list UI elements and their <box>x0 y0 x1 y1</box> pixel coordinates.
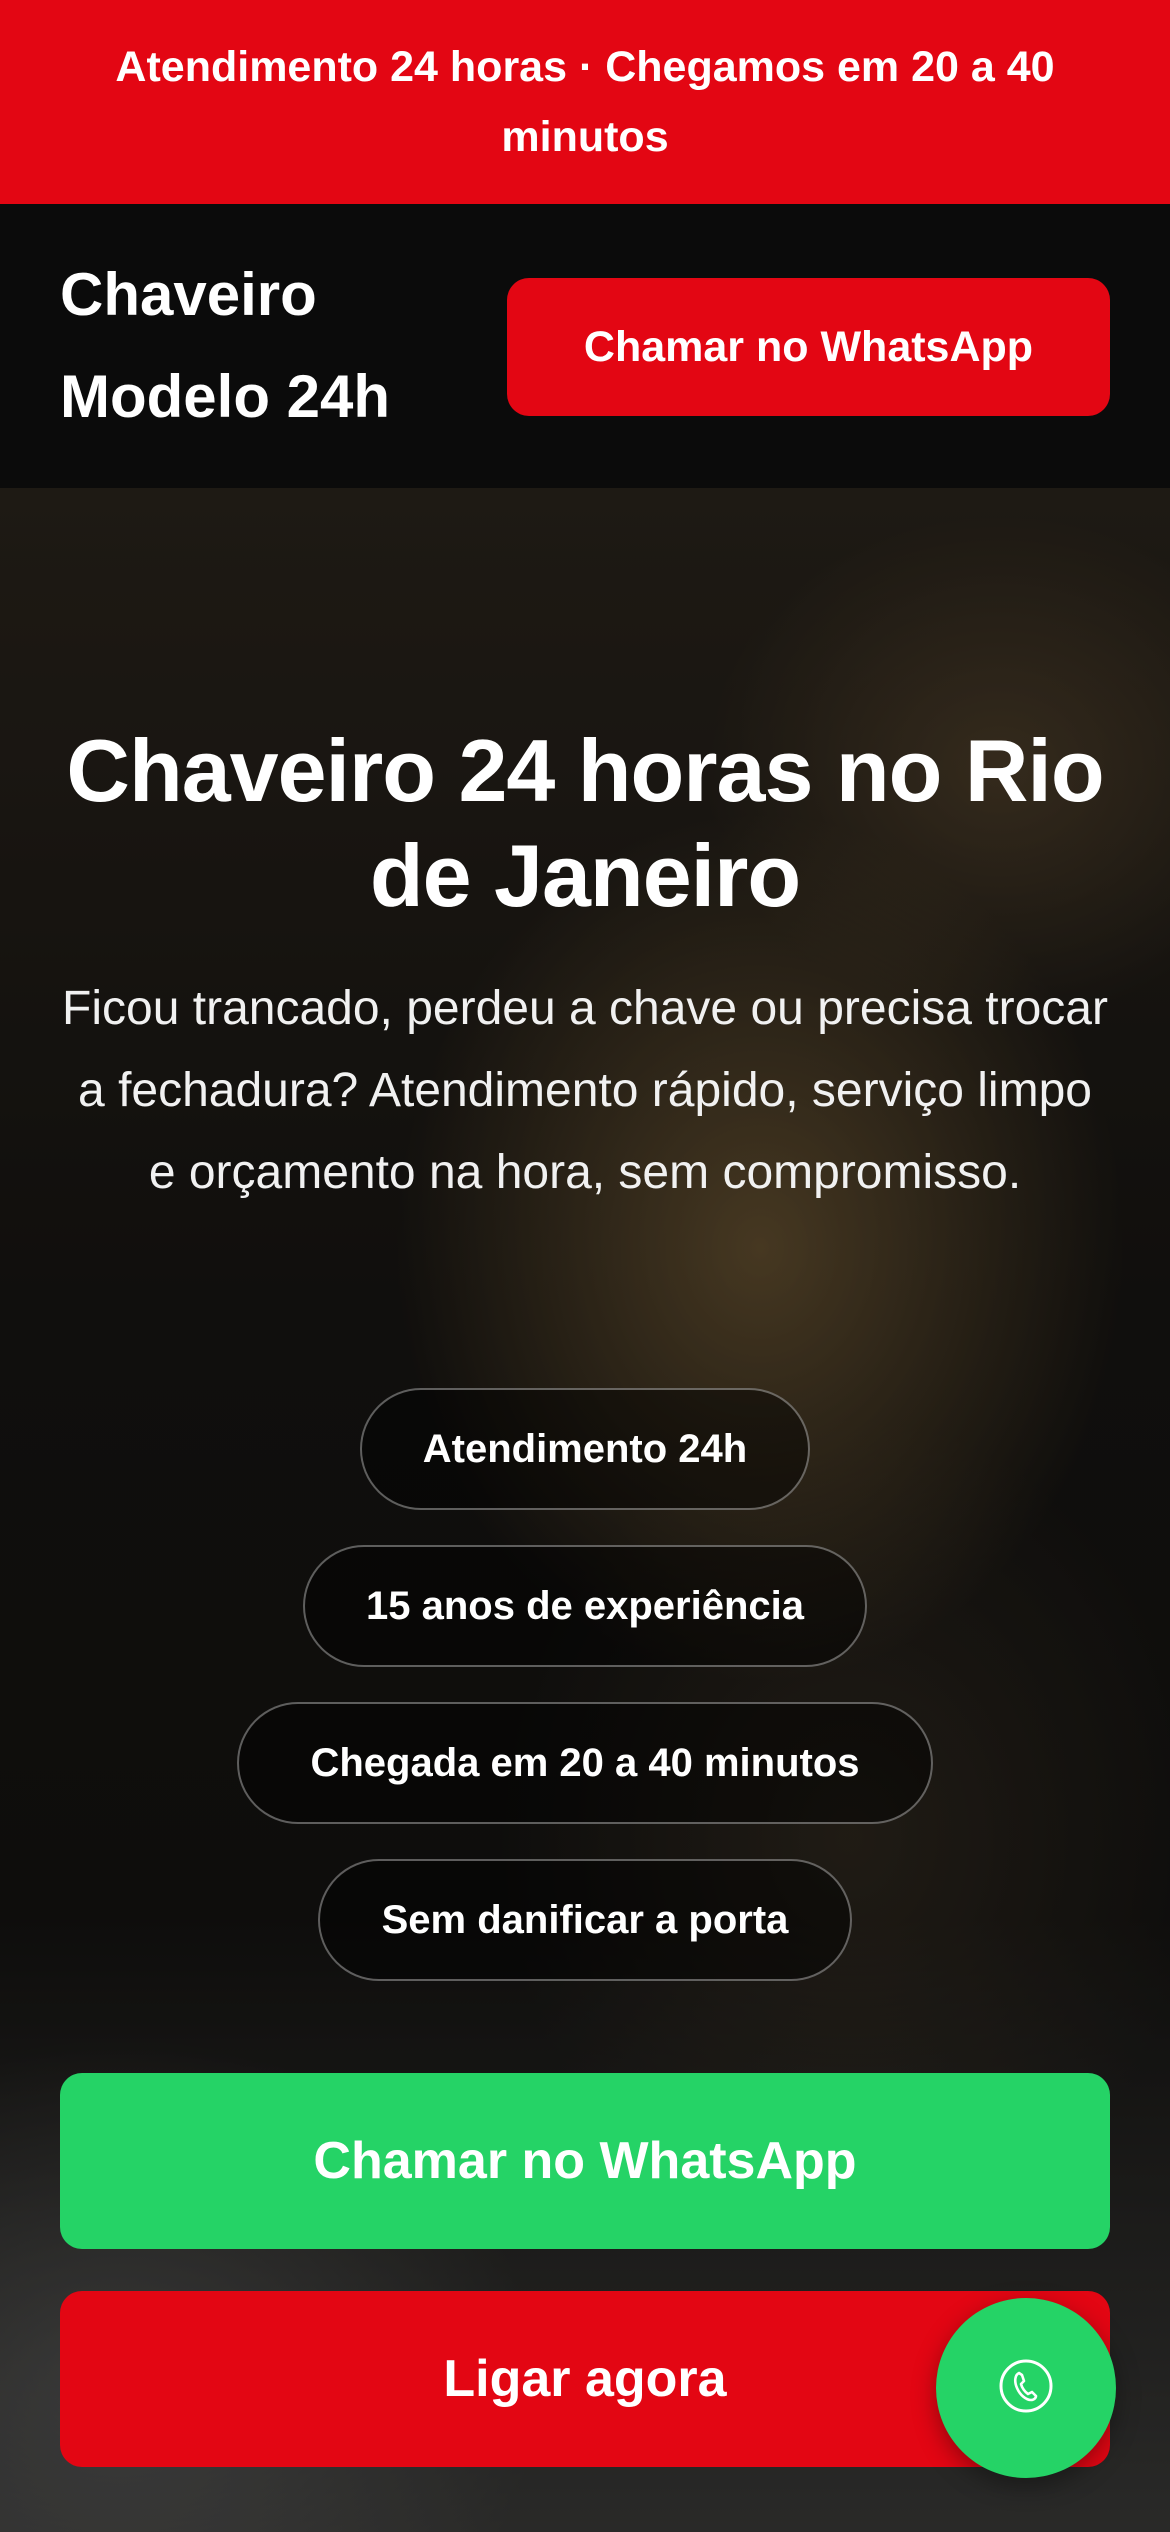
floating-call-button[interactable] <box>936 2298 1116 2478</box>
brand-logo-text[interactable]: Chaveiro Modelo 24h <box>60 244 480 448</box>
phone-icon <box>997 2357 1055 2420</box>
hero-description: Ficou trancado, perdeu a chave ou precis… <box>62 982 1108 1199</box>
announcement-bar: Atendimento 24 horas · Chegamos em 20 a … <box>0 0 1170 204</box>
badge-24h: Atendimento 24h <box>360 1388 810 1510</box>
badge-arrival-time: Chegada em 20 a 40 minutos <box>237 1702 933 1824</box>
announcement-text: Atendimento 24 horas · Chegamos em 20 a … <box>115 43 1055 161</box>
whatsapp-button[interactable]: Chamar no WhatsApp <box>60 2073 1110 2249</box>
hero-section: Chaveiro 24 horas no Rio de Janeiro Fico… <box>0 488 1170 2532</box>
badge-no-damage: Sem danificar a porta <box>318 1859 852 1981</box>
hero-title: Chaveiro 24 horas no Rio de Janeiro <box>66 721 1104 925</box>
header-whatsapp-button[interactable]: Chamar no WhatsApp <box>507 278 1110 416</box>
badge-experience: 15 anos de experiência <box>303 1545 867 1667</box>
site-header: Chaveiro Modelo 24h Chamar no WhatsApp <box>0 204 1170 488</box>
